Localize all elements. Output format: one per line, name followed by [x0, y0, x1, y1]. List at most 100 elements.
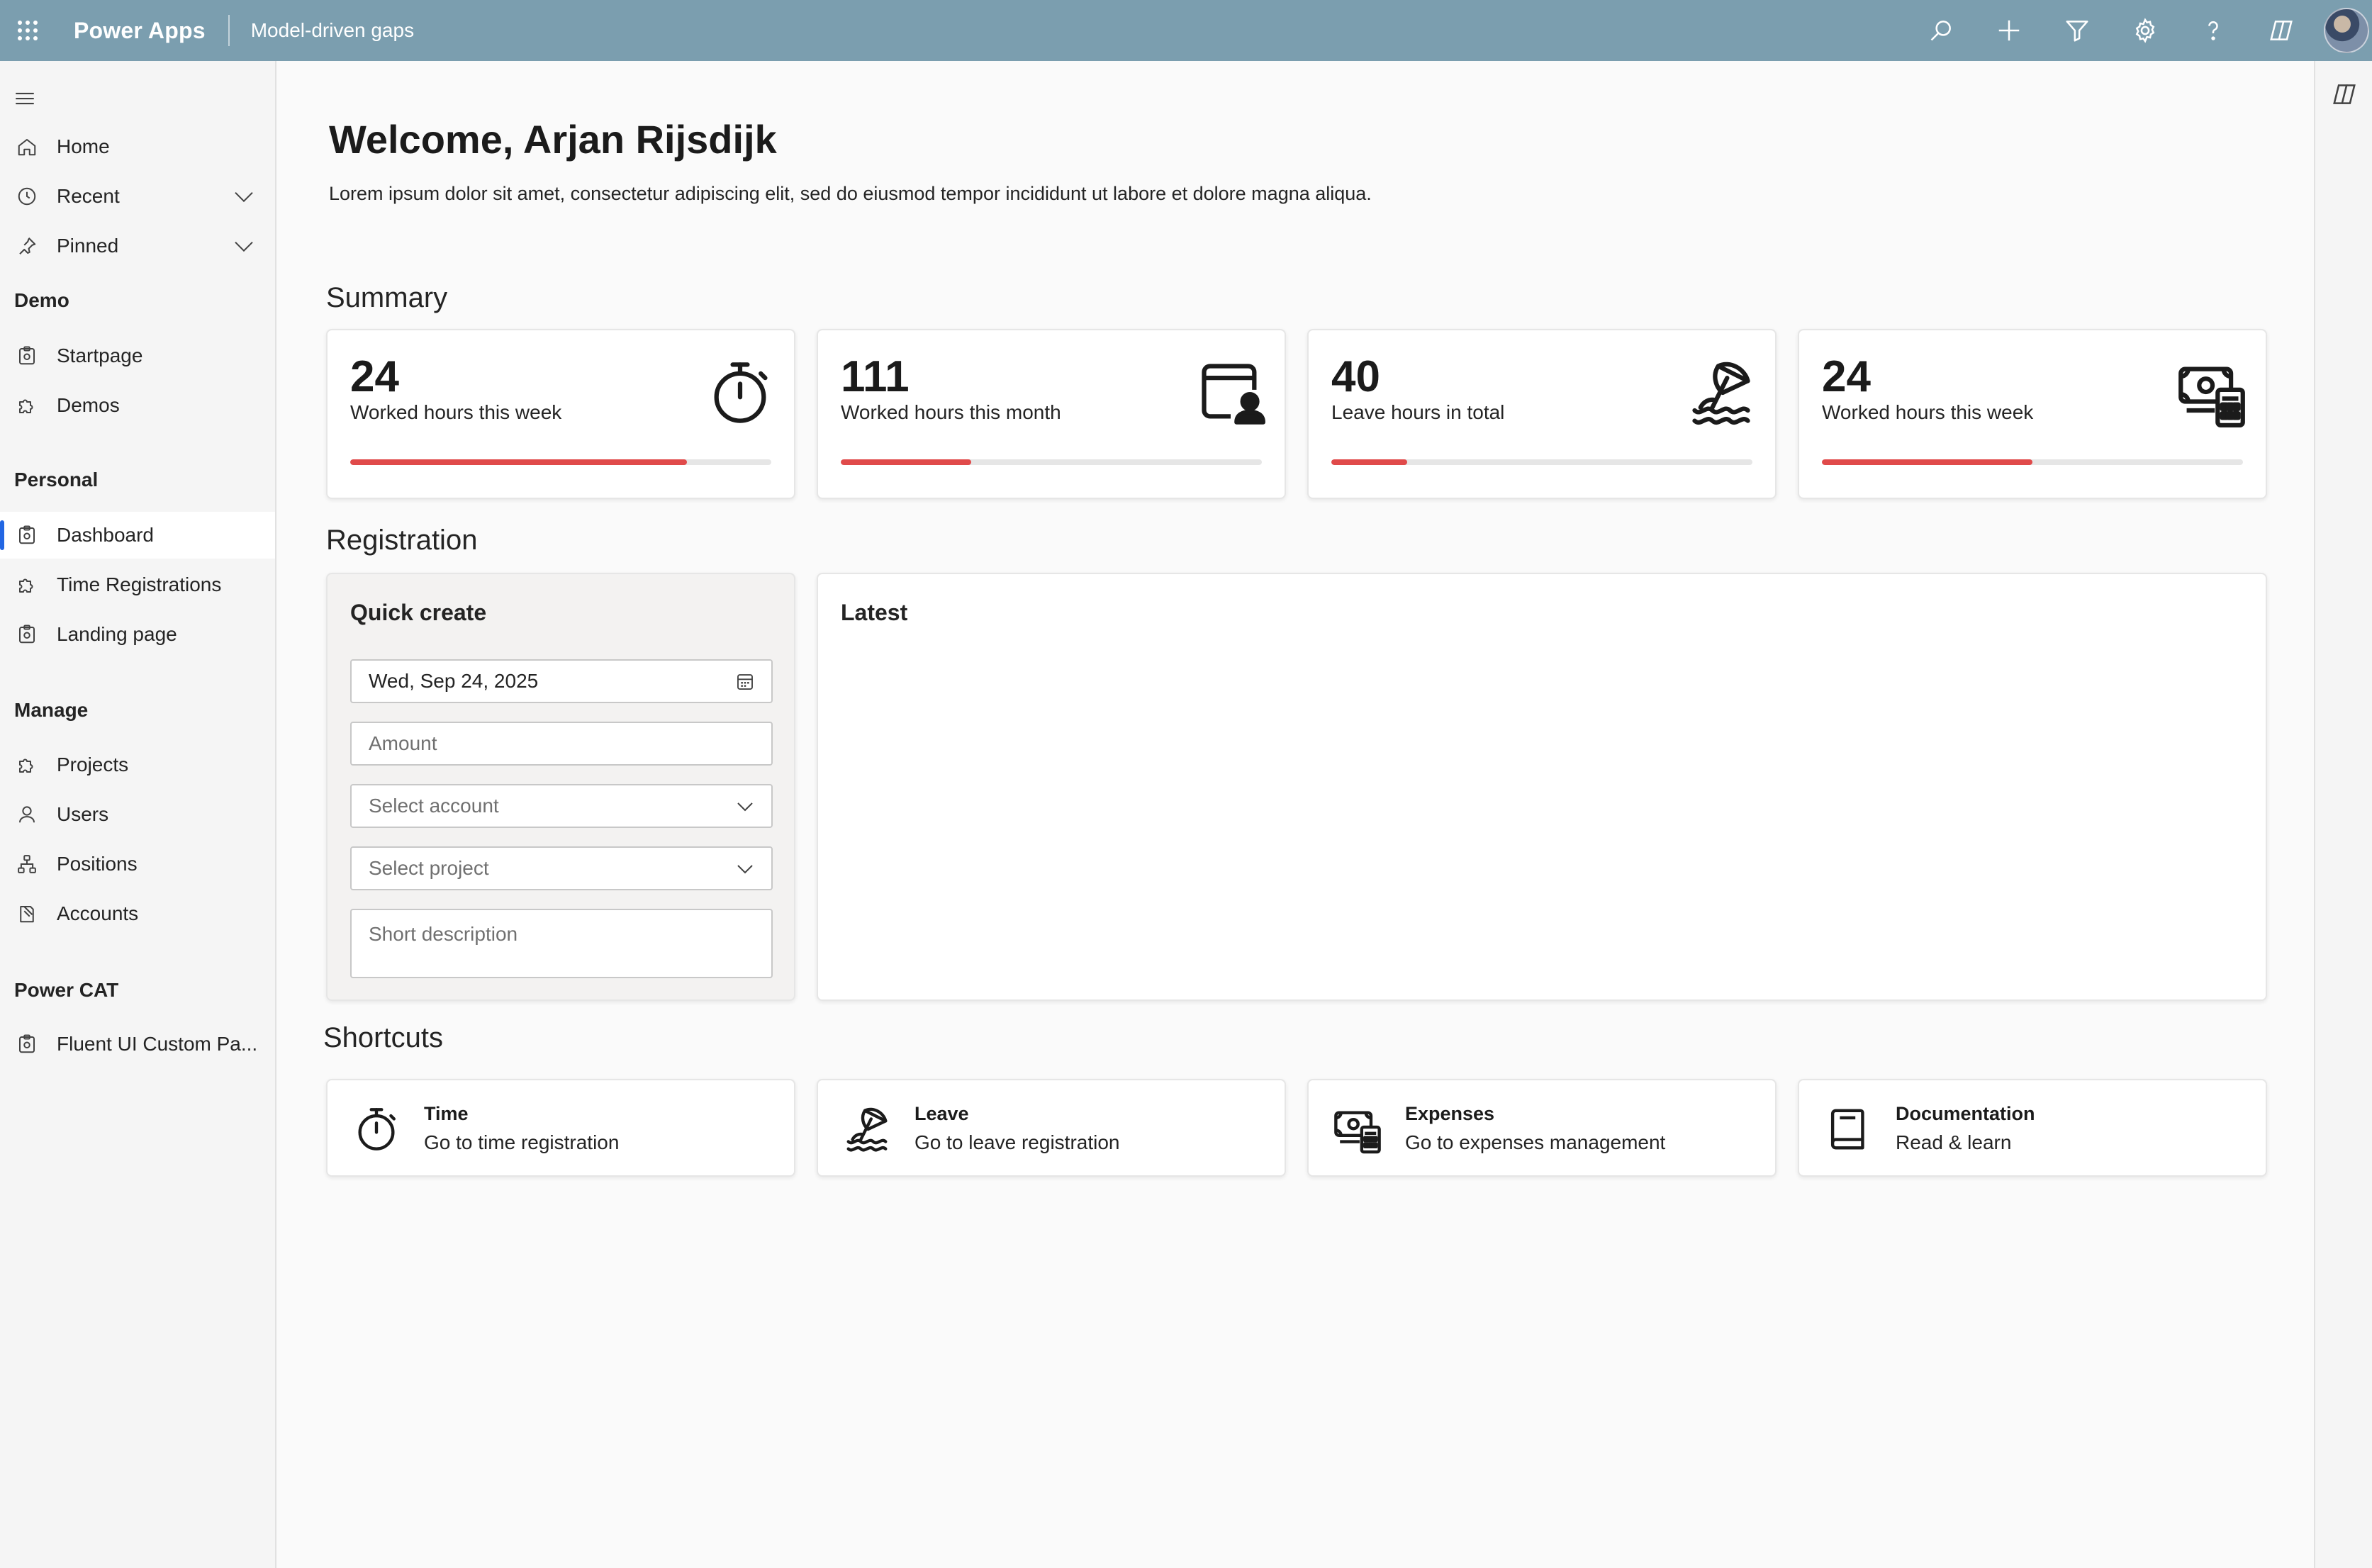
project-select[interactable]: Select project [350, 846, 773, 890]
nav-item-home[interactable]: Home [0, 123, 275, 170]
progress-fill [350, 459, 688, 465]
summary-card: 24 Worked hours this week [326, 329, 795, 499]
date-value: Wed, Sep 24, 2025 [369, 670, 539, 692]
help-icon[interactable] [2179, 0, 2247, 61]
nav-item-users[interactable]: Users [0, 791, 275, 838]
nav-section-title: Power CAT [14, 979, 119, 1001]
section-title-summary: Summary [326, 282, 448, 313]
money-calculator-icon [1333, 1104, 1382, 1154]
calendar-icon[interactable] [734, 671, 756, 693]
top-bar-actions [1907, 0, 2372, 61]
date-picker[interactable]: Wed, Sep 24, 2025 [350, 659, 773, 703]
latest-card: Latest [817, 573, 2267, 1001]
filter-icon[interactable] [2043, 0, 2111, 61]
nav-section-title: Manage [14, 699, 89, 721]
nav-item-time-registrations[interactable]: Time Registrations [0, 561, 275, 608]
amount-field[interactable] [350, 722, 773, 766]
home-icon [13, 133, 41, 161]
nav-item-label: Users [57, 803, 109, 825]
progress-fill [841, 459, 972, 465]
puzzle-icon [13, 571, 41, 599]
book-icon [13, 900, 41, 928]
money-calculator-icon [2176, 357, 2247, 428]
project-select-placeholder: Select project [369, 857, 489, 879]
environment-name[interactable]: Model-driven gaps [251, 19, 414, 42]
title-divider [228, 15, 230, 46]
nav-item-fluent-ui-custom-page[interactable]: Fluent UI Custom Pa... [0, 1021, 275, 1068]
stat-value: 111 [841, 352, 910, 401]
section-title-registration: Registration [326, 525, 478, 556]
nav-item-accounts[interactable]: Accounts [0, 890, 275, 937]
right-rail [2314, 61, 2372, 1568]
clock-icon [13, 182, 41, 211]
page-icon [13, 342, 41, 370]
description-field[interactable] [350, 909, 773, 978]
chevron-down-icon[interactable] [231, 185, 257, 208]
account-select[interactable]: Select account [350, 784, 773, 828]
nav-item-positions[interactable]: Positions [0, 841, 275, 887]
latest-title: Latest [841, 600, 908, 625]
shortcut-title: Leave [914, 1103, 969, 1124]
nav-section-title: Demo [14, 289, 69, 311]
nav-item-label: Recent [57, 185, 120, 207]
nav-item-dashboard[interactable]: Dashboard [0, 512, 275, 559]
progress-fill [1822, 459, 2032, 465]
app-name[interactable]: Power Apps [74, 18, 206, 44]
summary-card: 111 Worked hours this month [817, 329, 1286, 499]
org-chart-icon [13, 850, 41, 878]
main-content: Welcome, Arjan Rijsdijk Lorem ipsum dolo… [278, 61, 2314, 1568]
shortcut-subtitle: Read & learn [1896, 1131, 2012, 1153]
shortcut-documentation[interactable]: Documentation Read & learn [1798, 1079, 2267, 1177]
nav-item-startpage[interactable]: Startpage [0, 332, 275, 379]
shortcut-expenses[interactable]: Expenses Go to expenses management [1307, 1079, 1777, 1177]
summary-card: 24 Worked hours this week [1798, 329, 2267, 499]
progress-bar [1331, 459, 1752, 465]
progress-bar [1822, 459, 2243, 465]
stat-label: Leave hours in total [1331, 401, 1505, 423]
copilot-icon[interactable] [2331, 81, 2358, 108]
stat-value: 40 [1331, 352, 1380, 401]
description-input[interactable] [369, 923, 754, 946]
account-select-placeholder: Select account [369, 795, 499, 817]
settings-icon[interactable] [2111, 0, 2179, 61]
chevron-down-icon[interactable] [231, 235, 257, 257]
nav-item-label: Demos [57, 394, 120, 416]
copilot-icon[interactable] [2247, 0, 2315, 61]
hamburger-menu-icon[interactable] [13, 86, 37, 111]
nav-item-projects[interactable]: Projects [0, 741, 275, 788]
left-navigation: Home Recent Pinned Demo Startpage Demos … [0, 61, 276, 1568]
add-icon[interactable] [1975, 0, 2043, 61]
nav-item-label: Projects [57, 754, 129, 775]
shortcut-title: Documentation [1896, 1103, 2035, 1124]
nav-item-label: Accounts [57, 902, 139, 924]
intro-text: Lorem ipsum dolor sit amet, consectetur … [329, 183, 1372, 204]
nav-item-recent[interactable]: Recent [0, 173, 275, 220]
search-icon[interactable] [1907, 0, 1975, 61]
shortcut-subtitle: Go to time registration [424, 1131, 620, 1153]
amount-input[interactable] [369, 732, 754, 755]
nav-item-label: Pinned [57, 235, 119, 257]
chevron-down-icon[interactable] [734, 858, 756, 880]
nav-item-label: Landing page [57, 623, 177, 645]
nav-item-label: Dashboard [57, 524, 154, 546]
shortcut-time[interactable]: Time Go to time registration [326, 1079, 795, 1177]
section-title-shortcuts: Shortcuts [323, 1022, 443, 1053]
shortcut-title: Time [424, 1103, 469, 1124]
nav-item-label: Fluent UI Custom Pa... [57, 1033, 258, 1055]
nav-item-demos[interactable]: Demos [0, 382, 275, 429]
page-icon [13, 1030, 41, 1058]
chevron-down-icon[interactable] [734, 796, 756, 817]
nav-item-label: Positions [57, 853, 138, 875]
nav-item-label: Home [57, 135, 110, 157]
stat-value: 24 [350, 352, 399, 401]
quick-create-title: Quick create [350, 600, 487, 625]
page-icon [13, 521, 41, 549]
beach-umbrella-icon [842, 1104, 892, 1154]
avatar[interactable] [2324, 8, 2369, 53]
nav-item-landing-page[interactable]: Landing page [0, 611, 275, 658]
app-launcher-icon[interactable] [0, 0, 55, 61]
shortcut-leave[interactable]: Leave Go to leave registration [817, 1079, 1286, 1177]
puzzle-icon [13, 391, 41, 420]
shortcut-title: Expenses [1405, 1103, 1495, 1124]
nav-item-pinned[interactable]: Pinned [0, 223, 275, 269]
